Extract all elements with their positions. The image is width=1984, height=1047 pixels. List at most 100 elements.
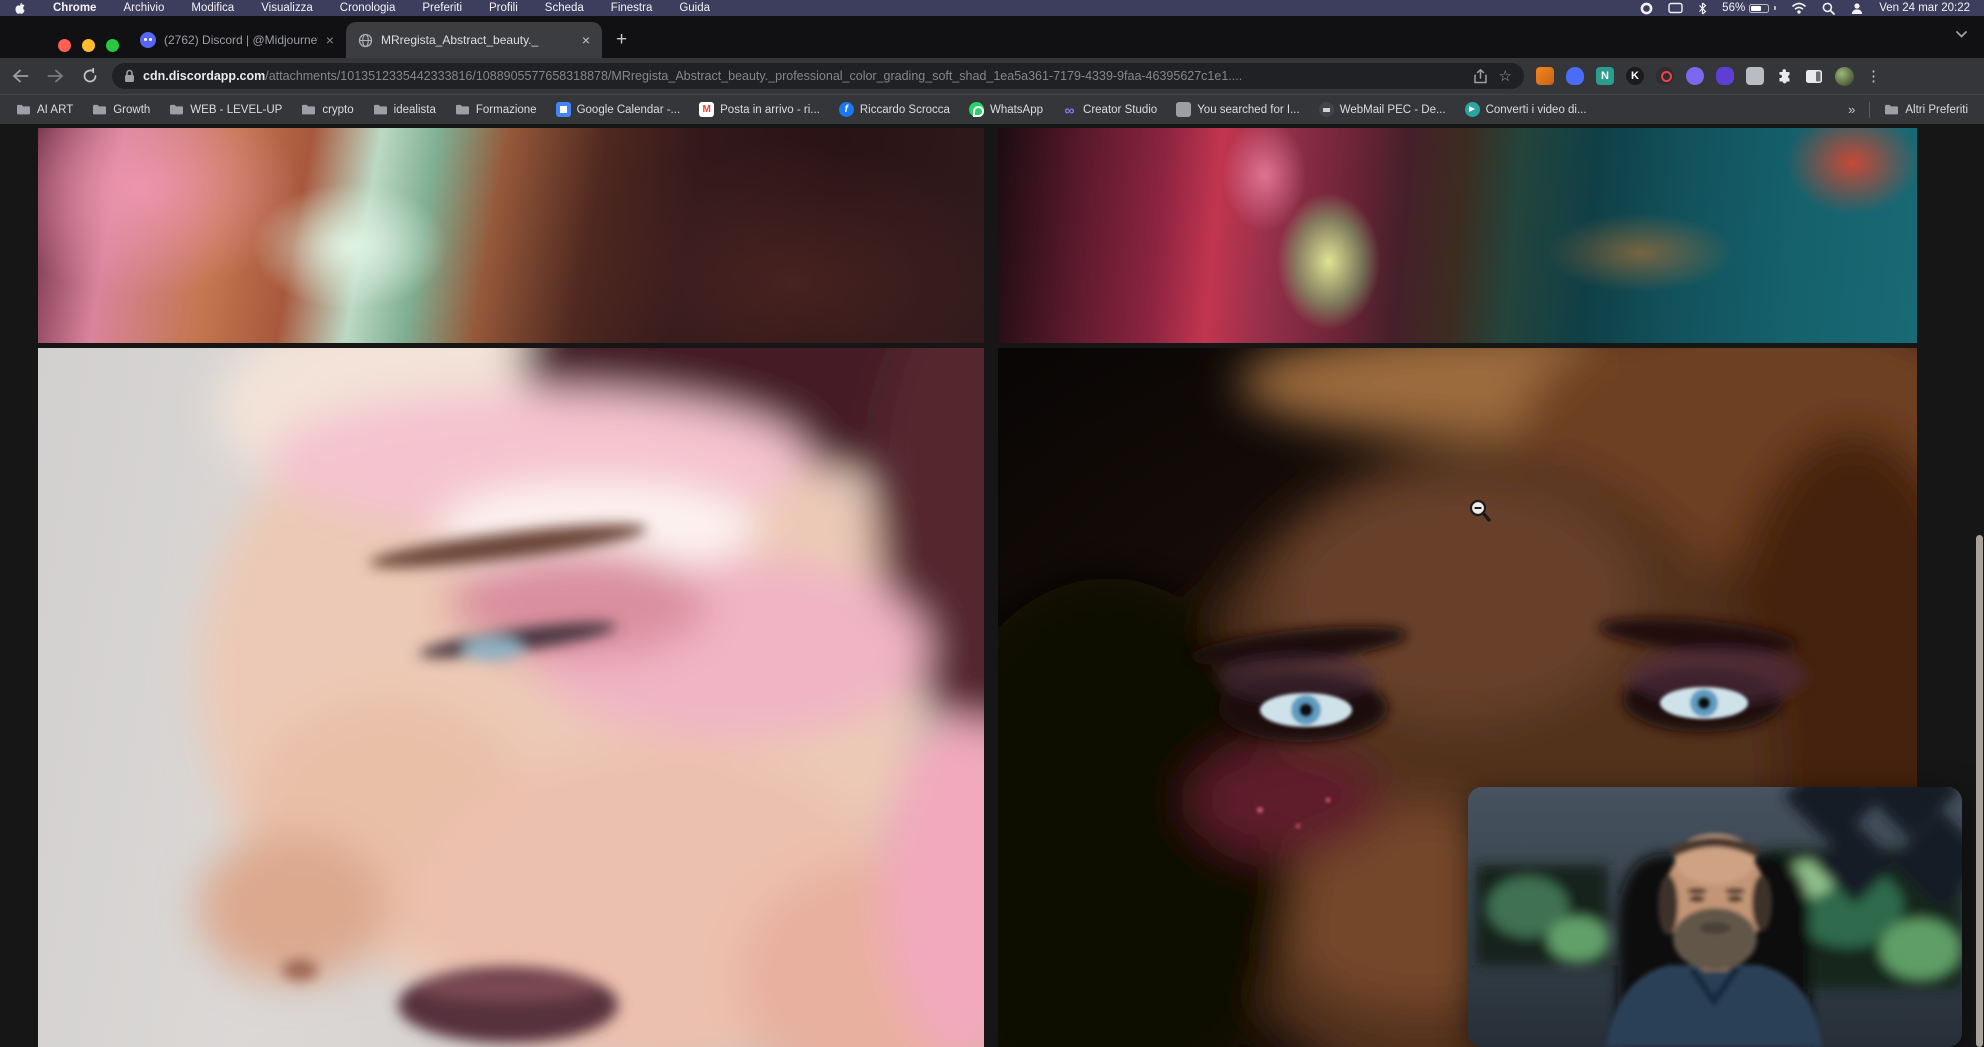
menu-item-visualizza[interactable]: Visualizza — [261, 2, 313, 14]
grid-image-top-right[interactable] — [998, 128, 1917, 343]
recording-icon[interactable] — [1640, 2, 1653, 15]
folder-icon — [455, 103, 470, 116]
bookmark-folder-ai-art[interactable]: AI ART — [16, 103, 73, 116]
lock-icon[interactable] — [124, 69, 135, 83]
menu-item-chrome[interactable]: Chrome — [53, 2, 96, 14]
bookmark-webmail-pec[interactable]: WebMail PEC - De... — [1319, 102, 1446, 117]
menu-item-modifica[interactable]: Modifica — [191, 2, 234, 14]
forward-icon[interactable] — [47, 69, 64, 83]
globe-favicon — [358, 33, 373, 48]
bookmark-label: Riccardo Scrocca — [860, 104, 950, 116]
presenter-illustration — [1468, 787, 1962, 1047]
bluetooth-icon[interactable] — [1698, 2, 1707, 15]
menu-item-guida[interactable]: Guida — [679, 2, 710, 14]
bookmark-label: Google Calendar -... — [577, 104, 681, 116]
side-panel-icon[interactable] — [1805, 69, 1823, 84]
grid-image-top-left[interactable] — [38, 128, 984, 343]
meta-infinity-icon: ∞ — [1062, 102, 1077, 117]
bookmark-folder-formazione[interactable]: Formazione — [455, 103, 537, 116]
display-icon[interactable] — [1668, 2, 1683, 14]
bookmarks-divider — [1869, 102, 1870, 118]
bookmark-folder-crypto[interactable]: crypto — [301, 103, 353, 116]
folder-icon — [169, 103, 184, 116]
bookmark-creator-studio[interactable]: ∞ Creator Studio — [1062, 102, 1157, 117]
bookmark-star-icon[interactable]: ☆ — [1499, 69, 1512, 84]
user-switch-icon[interactable] — [1850, 2, 1864, 15]
menu-item-finestra[interactable]: Finestra — [611, 2, 653, 14]
address-bar[interactable]: cdn.discordapp.com/attachments/101351233… — [112, 63, 1524, 89]
fullscreen-window-button[interactable] — [106, 39, 119, 52]
bookmark-folder-idealista[interactable]: idealista — [373, 103, 436, 116]
bookmark-whatsapp[interactable]: WhatsApp — [969, 102, 1043, 117]
minimize-window-button[interactable] — [82, 39, 95, 52]
menu-item-cronologia[interactable]: Cronologia — [340, 2, 396, 14]
menu-item-profili[interactable]: Profili — [489, 2, 518, 14]
bookmark-label: AI ART — [37, 104, 73, 116]
tab-search-chevron-icon[interactable] — [1955, 30, 1968, 39]
facebook-icon: f — [839, 102, 854, 117]
tab-close-icon[interactable]: × — [326, 33, 334, 47]
menubar-clock[interactable]: Ven 24 mar 20:22 — [1879, 2, 1970, 14]
zoom-out-cursor — [1468, 498, 1494, 529]
page-scrollbar-thumb[interactable] — [1976, 535, 1983, 1047]
bookmark-label: WebMail PEC - De... — [1340, 104, 1446, 116]
portrait-pale-illustration — [38, 348, 984, 1047]
bookmark-label: Creator Studio — [1083, 104, 1157, 116]
spotlight-search-icon[interactable] — [1822, 2, 1835, 15]
profile-avatar[interactable] — [1835, 67, 1854, 86]
webcam-overlay — [1468, 787, 1962, 1047]
chrome-menu-icon[interactable]: ⋮ — [1866, 67, 1881, 85]
url-text[interactable]: cdn.discordapp.com/attachments/101351233… — [143, 69, 1466, 83]
bookmark-label: crypto — [322, 104, 353, 116]
tab-discord[interactable]: (2762) Discord | @Midjourney × — [128, 22, 346, 58]
purple-ball-extension-icon[interactable] — [1686, 67, 1704, 85]
bookmark-converti-video[interactable]: Converti i video di... — [1465, 102, 1587, 117]
bookmark-facebook-profile[interactable]: f Riccardo Scrocca — [839, 102, 950, 117]
bookmark-label: Posta in arrivo - ri... — [720, 104, 820, 116]
other-bookmarks-folder[interactable]: Altri Preferiti — [1884, 103, 1968, 116]
bookmark-label: WEB - LEVEL-UP — [190, 104, 282, 116]
bookmark-label: WhatsApp — [990, 104, 1043, 116]
google-calendar-icon — [556, 102, 571, 117]
reload-icon[interactable] — [82, 68, 98, 84]
bookmarks-overflow-chevron[interactable]: » — [1848, 102, 1855, 117]
metamask-extension-icon[interactable] — [1536, 67, 1554, 85]
bookmarks-bar: AI ART Growth WEB - LEVEL-UP crypto idea… — [0, 94, 1984, 124]
bookmark-folder-growth[interactable]: Growth — [92, 103, 150, 116]
apple-menu-icon[interactable] — [14, 2, 26, 15]
back-icon[interactable] — [12, 69, 29, 83]
bookmark-google-calendar[interactable]: Google Calendar -... — [556, 102, 681, 117]
gray-extension-icon[interactable] — [1746, 67, 1764, 85]
bookmark-label: Formazione — [476, 104, 537, 116]
bookmark-you-searched[interactable]: You searched for I... — [1176, 102, 1300, 117]
battery-percent-label: 56% — [1722, 2, 1745, 14]
purple-wing-extension-icon[interactable] — [1716, 67, 1734, 85]
blue-extension-icon[interactable] — [1566, 67, 1584, 85]
grid-image-bottom-left[interactable] — [38, 348, 984, 1047]
video-convert-icon — [1465, 102, 1480, 117]
discord-favicon — [140, 32, 156, 48]
whatsapp-icon — [969, 102, 984, 117]
bookmark-gmail-inbox[interactable]: M Posta in arrivo - ri... — [699, 102, 820, 117]
share-icon[interactable] — [1474, 69, 1487, 84]
keeper-extension-icon[interactable]: K — [1626, 67, 1644, 85]
wifi-icon[interactable] — [1791, 2, 1807, 14]
bookmark-label: Converti i video di... — [1486, 104, 1587, 116]
menu-item-scheda[interactable]: Scheda — [545, 2, 584, 14]
bookmark-label: idealista — [394, 104, 436, 116]
bookmark-folder-web-level-up[interactable]: WEB - LEVEL-UP — [169, 103, 282, 116]
extensions-puzzle-icon[interactable] — [1776, 68, 1793, 85]
tab-close-icon[interactable]: × — [582, 33, 590, 47]
tab-image-viewer[interactable]: MRregista_Abstract_beauty._ × — [346, 22, 602, 58]
battery-indicator[interactable]: 56% — [1722, 2, 1776, 14]
bookmark-label: You searched for I... — [1197, 104, 1300, 116]
chrome-tab-strip: (2762) Discord | @Midjourney × MRregista… — [0, 16, 1984, 58]
new-tab-button[interactable]: + — [602, 22, 641, 58]
menu-item-archivio[interactable]: Archivio — [123, 2, 164, 14]
gmail-icon: M — [699, 102, 714, 117]
notion-extension-icon[interactable]: N — [1596, 67, 1614, 85]
close-window-button[interactable] — [58, 39, 71, 52]
menu-item-preferiti[interactable]: Preferiti — [422, 2, 462, 14]
battery-icon — [1749, 4, 1769, 13]
password-key-extension-icon[interactable] — [1656, 67, 1674, 85]
